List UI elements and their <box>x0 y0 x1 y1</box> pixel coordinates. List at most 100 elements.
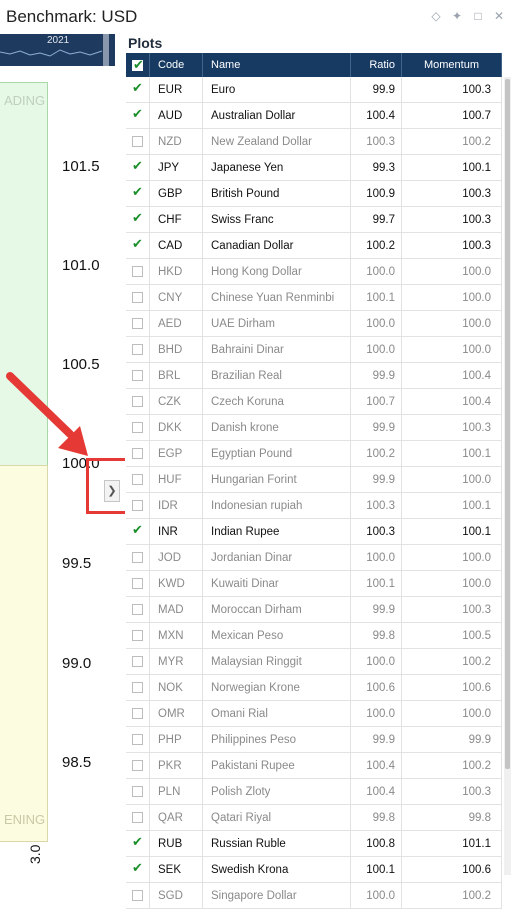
row-checkbox[interactable] <box>126 259 150 284</box>
row-checkbox[interactable] <box>126 155 150 180</box>
table-row[interactable]: IDR Indonesian rupiah 100.3 100.1 <box>126 493 502 519</box>
row-checkbox[interactable] <box>126 493 150 518</box>
row-checkbox[interactable] <box>126 103 150 128</box>
check-icon <box>132 106 143 122</box>
momentum-value: 100.0 <box>402 467 502 492</box>
table-row[interactable]: EGP Egyptian Pound 100.2 100.1 <box>126 441 502 467</box>
table-row[interactable]: HKD Hong Kong Dollar 100.0 100.0 <box>126 259 502 285</box>
table-row[interactable]: SGD Singapore Dollar 100.0 100.2 <box>126 883 502 909</box>
pin-icon[interactable]: ✦ <box>451 9 463 23</box>
row-checkbox[interactable] <box>126 285 150 310</box>
table-row[interactable]: AED UAE Dirham 100.0 100.0 <box>126 311 502 337</box>
diamond-icon[interactable]: ◇ <box>430 9 442 23</box>
momentum-value: 99.8 <box>402 805 502 830</box>
momentum-value: 100.0 <box>402 259 502 284</box>
row-checkbox[interactable] <box>126 389 150 414</box>
table-row[interactable]: CZK Czech Koruna 100.7 100.4 <box>126 389 502 415</box>
table-row[interactable]: RUBRussian Ruble100.8101.1 <box>126 831 502 857</box>
column-momentum[interactable]: Momentum <box>402 53 502 77</box>
row-checkbox[interactable] <box>126 363 150 388</box>
row-checkbox[interactable] <box>126 779 150 804</box>
row-checkbox[interactable] <box>126 831 150 856</box>
table-row[interactable]: HUF Hungarian Forint 99.9 100.0 <box>126 467 502 493</box>
timeline-handle[interactable] <box>103 34 109 66</box>
momentum-value: 100.3 <box>402 597 502 622</box>
currency-name: Omani Rial <box>203 701 351 726</box>
row-checkbox[interactable] <box>126 181 150 206</box>
row-checkbox[interactable] <box>126 519 150 544</box>
column-name[interactable]: Name <box>203 53 351 77</box>
table-row[interactable]: NOK Norwegian Krone 100.6 100.6 <box>126 675 502 701</box>
row-checkbox[interactable] <box>126 675 150 700</box>
row-checkbox[interactable] <box>126 337 150 362</box>
row-checkbox[interactable] <box>126 571 150 596</box>
row-checkbox[interactable] <box>126 701 150 726</box>
check-icon <box>132 236 143 252</box>
column-code[interactable]: Code <box>150 53 203 77</box>
timeline-strip[interactable]: 2021 <box>0 34 115 66</box>
vertical-scrollbar[interactable] <box>504 77 511 875</box>
table-row[interactable]: CHFSwiss Franc99.7100.3 <box>126 207 502 233</box>
row-checkbox[interactable] <box>126 311 150 336</box>
row-checkbox[interactable] <box>126 415 150 440</box>
table-row[interactable]: OMR Omani Rial 100.0 100.0 <box>126 701 502 727</box>
table-row[interactable]: PLN Polish Zloty 100.4 100.3 <box>126 779 502 805</box>
maximize-icon[interactable]: □ <box>472 9 484 23</box>
table-row[interactable]: EUREuro99.9100.3 <box>126 77 502 103</box>
currency-code: JOD <box>150 545 203 570</box>
row-checkbox[interactable] <box>126 207 150 232</box>
momentum-value: 100.0 <box>402 337 502 362</box>
table-row[interactable]: MAD Moroccan Dirham 99.9 100.3 <box>126 597 502 623</box>
collapse-panel-button[interactable]: ❯ <box>104 480 120 502</box>
table-row[interactable]: GBPBritish Pound100.9100.3 <box>126 181 502 207</box>
row-checkbox[interactable] <box>126 753 150 778</box>
currency-code: KWD <box>150 571 203 596</box>
table-row[interactable]: QAR Qatari Riyal 99.8 99.8 <box>126 805 502 831</box>
row-checkbox[interactable] <box>126 857 150 882</box>
table-row[interactable]: INRIndian Rupee100.3100.1 <box>126 519 502 545</box>
table-row[interactable]: CNY Chinese Yuan Renminbi 100.1 100.0 <box>126 285 502 311</box>
check-icon <box>132 136 143 147</box>
row-checkbox[interactable] <box>126 727 150 752</box>
row-checkbox[interactable] <box>126 805 150 830</box>
row-checkbox[interactable] <box>126 129 150 154</box>
ratio-value: 100.0 <box>351 311 402 336</box>
select-all-checkbox[interactable] <box>126 53 150 77</box>
check-icon <box>132 656 143 667</box>
table-row[interactable]: KWD Kuwaiti Dinar 100.1 100.0 <box>126 571 502 597</box>
scrollbar-thumb[interactable] <box>505 79 510 769</box>
column-ratio[interactable]: Ratio <box>351 53 402 77</box>
table-row[interactable]: PKR Pakistani Rupee 100.4 100.2 <box>126 753 502 779</box>
row-checkbox[interactable] <box>126 649 150 674</box>
table-row[interactable]: AUDAustralian Dollar100.4100.7 <box>126 103 502 129</box>
table-row[interactable]: DKK Danish krone 99.9 100.3 <box>126 415 502 441</box>
currency-code: INR <box>150 519 203 544</box>
table-row[interactable]: PHP Philippines Peso 99.9 99.9 <box>126 727 502 753</box>
currency-name: Euro <box>203 77 351 102</box>
table-row[interactable]: MYR Malaysian Ringgit 100.0 100.2 <box>126 649 502 675</box>
row-checkbox[interactable] <box>126 623 150 648</box>
row-checkbox[interactable] <box>126 545 150 570</box>
row-checkbox[interactable] <box>126 77 150 102</box>
ratio-value: 100.4 <box>351 779 402 804</box>
row-checkbox[interactable] <box>126 597 150 622</box>
ratio-value: 99.9 <box>351 727 402 752</box>
currency-code: JPY <box>150 155 203 180</box>
table-row[interactable]: BHD Bahraini Dinar 100.0 100.0 <box>126 337 502 363</box>
title-bar: Benchmark: USD ◇ ✦ □ ✕ <box>0 0 511 34</box>
row-checkbox[interactable] <box>126 233 150 258</box>
ratio-value: 99.8 <box>351 623 402 648</box>
table-row[interactable]: NZD New Zealand Dollar 100.3 100.2 <box>126 129 502 155</box>
table-row[interactable]: SEKSwedish Krona100.1100.6 <box>126 857 502 883</box>
table-row[interactable]: CADCanadian Dollar100.2100.3 <box>126 233 502 259</box>
row-checkbox[interactable] <box>126 467 150 492</box>
benchmark-title: Benchmark: USD <box>6 7 138 26</box>
table-row[interactable]: JPYJapanese Yen99.3100.1 <box>126 155 502 181</box>
row-checkbox[interactable] <box>126 883 150 908</box>
table-row[interactable]: MXN Mexican Peso 99.8 100.5 <box>126 623 502 649</box>
table-row[interactable]: JOD Jordanian Dinar 100.0 100.0 <box>126 545 502 571</box>
close-icon[interactable]: ✕ <box>493 9 505 23</box>
table-row[interactable]: BRL Brazilian Real 99.9 100.4 <box>126 363 502 389</box>
check-icon <box>132 422 143 433</box>
row-checkbox[interactable] <box>126 441 150 466</box>
